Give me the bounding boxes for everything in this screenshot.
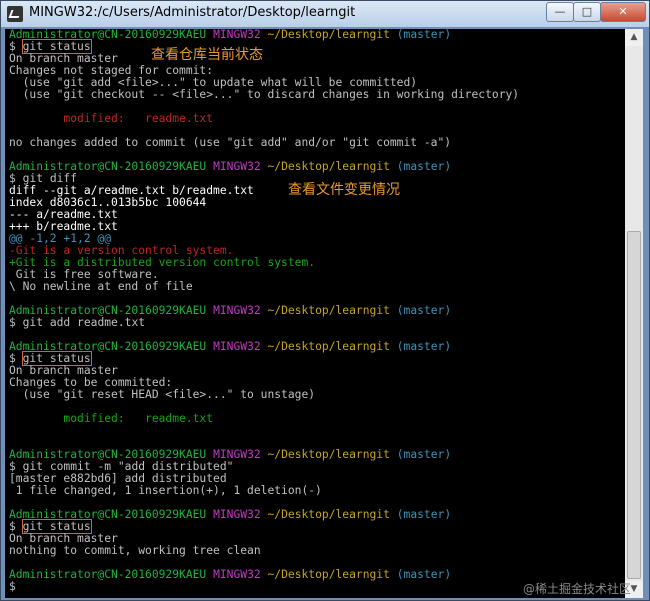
prompt-user: Administrator@CN-20160929KAEU [9,568,207,581]
window-title: MINGW32:/c/Users/Administrator/Desktop/l… [29,5,356,20]
prompt-env: MINGW32 [213,304,261,317]
prompt-env: MINGW32 [213,160,261,173]
prompt-branch: (master) [396,448,452,461]
prompt-branch: (master) [396,340,452,353]
terminal-window: MINGW32:/c/Users/Administrator/Desktop/l… [0,0,650,601]
minimize-button[interactable]: — [546,2,574,22]
prompt-path: ~/Desktop/learngit [267,568,390,581]
prompt-branch: (master) [396,304,452,317]
command-line: $ git add readme.txt [9,317,145,329]
prompt-path: ~/Desktop/learngit [267,340,390,353]
output-line: no changes added to commit (use "git add… [9,136,452,149]
prompt-path: ~/Desktop/learngit [267,304,390,317]
staged-file-line: modified: readme.txt [9,412,214,425]
command-line[interactable]: $ [9,581,16,593]
prompt-path: ~/Desktop/learngit [267,29,390,41]
prompt-path: ~/Desktop/learngit [267,160,390,173]
watermark: @稀土掘金技术社区 [523,582,632,596]
modified-file-line: modified: readme.txt [9,112,214,125]
prompt-env: MINGW32 [213,508,261,521]
prompt-env: MINGW32 [213,29,261,41]
prompt-path: ~/Desktop/learngit [267,448,390,461]
terminal-app-icon [7,6,23,22]
scroll-up-arrow-icon[interactable]: ▲ [625,29,643,46]
prompt-branch: (master) [396,568,452,581]
output-line: (use "git checkout -- <file>..." to disc… [9,88,520,101]
prompt-branch: (master) [396,160,452,173]
terminal-area[interactable]: Administrator@CN-20160929KAEU MINGW32 ~/… [5,29,625,598]
prompt-branch: (master) [396,508,452,521]
prompt-env: MINGW32 [213,568,261,581]
output-line: 1 file changed, 1 insertion(+), 1 deleti… [9,484,322,497]
prompt-line: Administrator@CN-20160929KAEU MINGW32 ~/… [9,569,451,581]
output-line: (use "git reset HEAD <file>..." to unsta… [9,388,316,401]
prompt-symbol: $ [9,316,16,329]
prompt-symbol: $ [9,580,16,593]
close-button[interactable]: ✕ [600,2,646,22]
prompt-env: MINGW32 [213,340,261,353]
output-line: nothing to commit, working tree clean [9,544,261,557]
command-git-add: git add readme.txt [22,316,146,329]
vertical-scrollbar[interactable]: ▲ ▼ [625,29,643,598]
scroll-thumb[interactable] [627,231,641,579]
prompt-branch: (master) [396,29,452,41]
annotation-repo-status: 查看仓库当前状态 [151,47,263,63]
prompt-path: ~/Desktop/learngit [267,508,390,521]
title-bar[interactable]: MINGW32:/c/Users/Administrator/Desktop/l… [1,1,649,27]
diff-note-line: \ No newline at end of file [9,280,193,293]
annotation-file-diff: 查看文件变更情况 [288,182,400,198]
maximize-button[interactable]: □ [573,2,601,22]
